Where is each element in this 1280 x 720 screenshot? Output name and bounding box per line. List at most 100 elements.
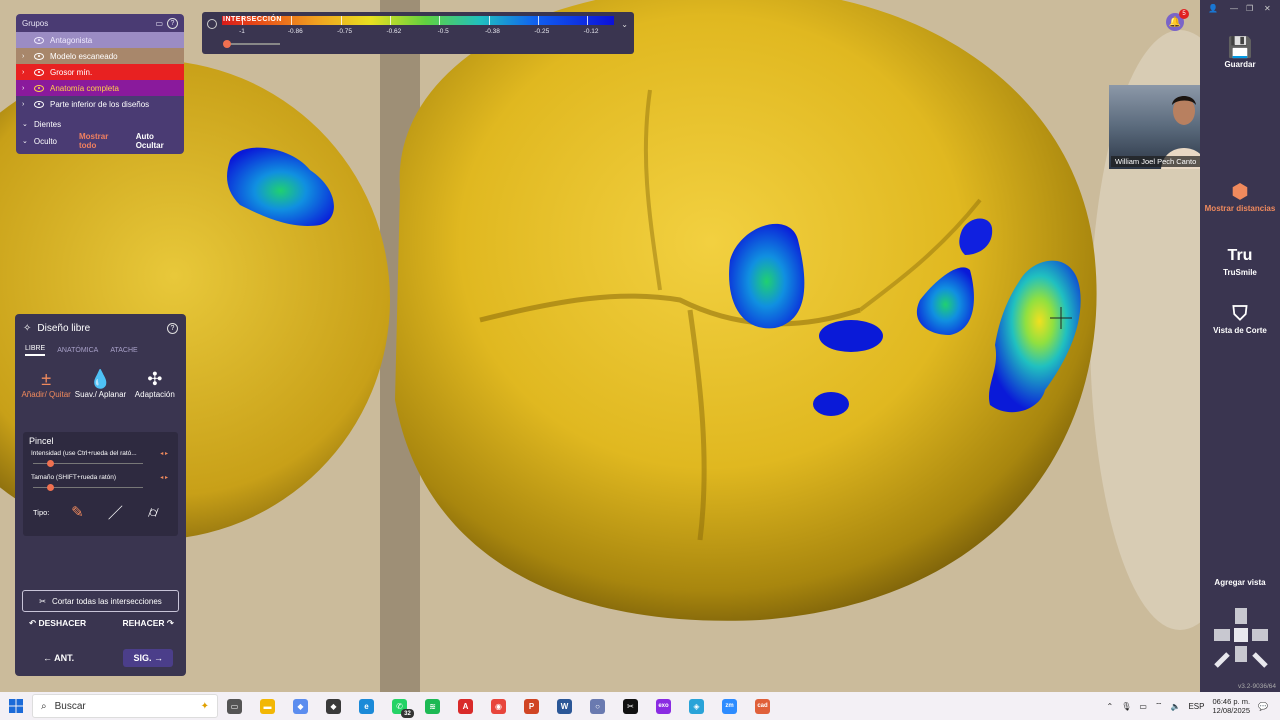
prev-button[interactable]: ← ANT. [33,649,84,667]
chevron-right-icon[interactable]: › [22,85,28,92]
taskbar-app-copilot[interactable]: ◆ [284,692,317,720]
cube-app-icon: ◈ [689,698,704,714]
view-corner-br[interactable] [1252,652,1268,668]
redo-button[interactable]: REHACER ↷ [122,618,174,629]
cut-view-button[interactable]: ⛉ Vista de Corte [1200,302,1280,336]
taskbar-app-zoom[interactable]: zm [713,692,746,720]
undo-button[interactable]: ↶ DESHACER [29,618,86,629]
wifi-icon[interactable]: ⌔ [1155,701,1163,711]
visibility-eye-icon[interactable] [34,36,44,44]
visibility-eye-icon[interactable] [34,68,44,76]
slider-arrows-icon[interactable]: ◂ ▸ [160,474,168,481]
chevron-right-icon[interactable]: › [22,53,28,60]
view-corner-bl[interactable] [1214,652,1230,668]
colorbar-tickmark [439,16,441,25]
size-slider-knob[interactable] [46,484,54,491]
taskbar-app-cube-app[interactable]: ◈ [680,692,713,720]
show-distances-button[interactable]: ⬢ Mostrar distancias [1200,180,1280,214]
group-teeth[interactable]: ⌄ Dientes [16,116,184,132]
group-antagonist[interactable]: Antagonista [16,32,184,48]
taskbar-app-spotify[interactable]: ≋ [416,692,449,720]
chevron-right-icon[interactable]: › [22,69,28,76]
chevron-right-icon[interactable]: › [22,101,28,108]
group-full-anatomy[interactable]: › Anatomía completa [16,80,184,96]
word-icon: W [557,698,572,714]
battery-icon[interactable]: ▭ [1139,702,1147,711]
group-design-bottom[interactable]: › Parte inferior de los diseños [16,96,184,112]
taskbar-app-word[interactable]: W [548,692,581,720]
visibility-eye-icon[interactable] [34,52,44,60]
taskbar-app-dental-app[interactable]: cad [746,692,779,720]
taskbar-app-whatsapp[interactable]: ✆ 32 [383,692,416,720]
view-navigation-cube[interactable] [1210,604,1272,670]
tab-atache[interactable]: ATACHE [110,347,137,354]
notification-center-icon[interactable]: 💬 [1258,702,1268,711]
taskbar-app-circle-app[interactable]: ○ [581,692,614,720]
view-left[interactable] [1214,629,1230,641]
cylinder-brush-icon[interactable]: ⌭ [143,502,163,522]
fine-brush-icon[interactable]: ／ [105,502,125,522]
add-remove-tool[interactable]: ± Añadir/ Quitar [20,368,72,414]
groups-title: Grupos [22,18,49,28]
trusmile-button[interactable]: Tru TruSmile [1200,244,1280,278]
help-icon[interactable]: ? [167,17,178,29]
taskbar-app-edge[interactable]: e [350,692,383,720]
cut-intersections-button[interactable]: ✂ Cortar todas las intersecciones [22,590,179,612]
system-tray: ⌃ 🎙 ▭ ⌔ 🔈 ESP 06:46 p. m. 12/08/2025 💬 [1107,692,1268,720]
taskbar-app-task-view[interactable]: ▭ [218,692,251,720]
taskbar-app-app-diamond[interactable]: ◆ [317,692,350,720]
chevron-down-icon[interactable]: ⌄ [621,20,628,29]
taskbar-apps: ▭ ▬ ◆ ◆ e ✆ 32 ≋ A ◉ P W ○ ✂ exo ◈ zm cad [218,692,779,720]
paint-brush-icon[interactable]: ✎ [67,502,87,522]
smooth-flatten-tool[interactable]: 💧 Suav./ Aplanar [74,368,126,414]
auto-hide-button[interactable]: Auto Ocultar [136,132,178,150]
display-settings-icon[interactable]: ▭ [155,19,163,28]
taskbar-app-powerpoint[interactable]: P [515,692,548,720]
threshold-slider[interactable] [224,43,280,45]
taskbar-app-capcut[interactable]: ✂ [614,692,647,720]
restore-icon[interactable]: ❐ [1246,4,1253,13]
mic-icon[interactable]: 🎙 [1121,702,1131,711]
close-icon[interactable]: ✕ [1264,4,1271,13]
view-front[interactable] [1234,628,1248,642]
taskbar-app-acrobat[interactable]: A [449,692,482,720]
tab-libre[interactable]: LIBRE [25,345,46,356]
view-top[interactable] [1235,608,1247,624]
view-bottom[interactable] [1235,646,1247,662]
clock[interactable]: 06:46 p. m. 12/08/2025 [1212,697,1250,715]
contact-area-small-1[interactable] [819,320,883,352]
save-button[interactable]: 💾 Guardar [1200,36,1280,70]
groups-header: Grupos ▭ ? [16,14,184,32]
start-button[interactable] [0,692,32,720]
volume-icon[interactable]: 🔈 [1171,702,1181,711]
visibility-eye-icon[interactable] [34,100,44,108]
add-view-button[interactable]: Agregar vista [1200,578,1280,588]
free-design-panel: ✧ Diseño libre ? LIBRE ANATÓMICA ATACHE … [15,314,186,676]
chevron-down-icon[interactable]: ⌄ [22,137,28,145]
taskbar-app-chrome[interactable]: ◉ [482,692,515,720]
slider-arrows-icon[interactable]: ◂ ▸ [160,450,168,457]
language-indicator[interactable]: ESP [1188,702,1204,711]
group-scanned-model[interactable]: › Modelo escaneado [16,48,184,64]
contact-area-small-2[interactable] [813,392,849,416]
threshold-slider-knob[interactable] [223,40,231,48]
chevron-up-icon[interactable]: ⌃ [1107,702,1114,711]
visibility-eye-icon[interactable] [34,84,44,92]
next-button[interactable]: SIG. → [123,649,173,667]
intensity-slider-knob[interactable] [46,460,54,467]
chevron-down-icon[interactable]: ⌄ [22,120,28,128]
group-min-thickness[interactable]: › Grosor mín. [16,64,184,80]
taskbar-search[interactable]: ⌕ Buscar ✦ [32,694,218,718]
taskbar-app-file-explorer[interactable]: ▬ [251,692,284,720]
adaptation-tool[interactable]: ✣ Adaptación [129,368,181,414]
tab-anatomica[interactable]: ANATÓMICA [57,347,98,354]
taskbar-app-exocad[interactable]: exo [647,692,680,720]
view-right[interactable] [1252,629,1268,641]
show-all-button[interactable]: Mostrar todo [79,132,122,150]
exocad-icon: exo [656,698,671,714]
help-icon[interactable]: ? [167,322,178,334]
distance-tooth-icon: ⬢ [1231,181,1249,203]
account-icon[interactable]: 👤 [1208,4,1218,13]
gauge-icon[interactable] [207,19,217,29]
minimize-icon[interactable]: — [1230,4,1238,13]
